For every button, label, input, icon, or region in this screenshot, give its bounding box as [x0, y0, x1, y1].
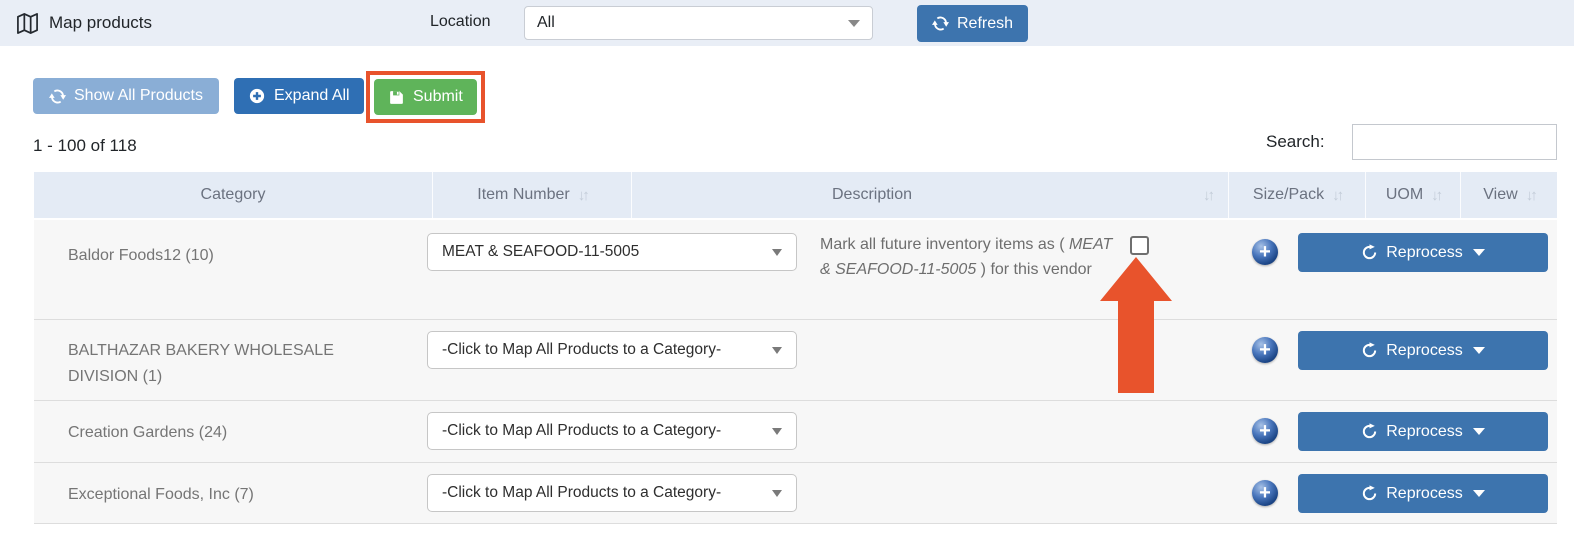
location-label: Location: [430, 13, 491, 30]
add-icon[interactable]: +: [1252, 239, 1278, 265]
column-label: UOM: [1385, 186, 1424, 203]
chevron-down-icon: [772, 427, 782, 435]
map-icon: [16, 12, 39, 35]
save-icon: [388, 89, 405, 106]
column-header-item-number[interactable]: Item Number ↓↑: [433, 172, 632, 218]
vendor-name: Baldor Foods12 (10): [68, 247, 214, 264]
description-prefix: Mark all future inventory items as (: [820, 236, 1069, 253]
reprocess-button[interactable]: Reprocess: [1298, 233, 1548, 272]
map-products-page: Map products Location All Refresh Show A…: [0, 0, 1574, 534]
reprocess-label: Reprocess: [1386, 341, 1463, 359]
table-row-balthazar-bakery: BALTHAZAR BAKERY WHOLESALE DIVISION (1) …: [34, 320, 1557, 401]
column-label: View: [1483, 186, 1518, 203]
sort-icon[interactable]: ↓↑: [1203, 187, 1215, 204]
category-select[interactable]: -Click to Map All Products to a Category…: [427, 474, 797, 512]
add-icon[interactable]: +: [1252, 418, 1278, 444]
category-select[interactable]: MEAT & SEAFOOD-11-5005: [427, 233, 797, 271]
chevron-down-icon: [772, 248, 782, 256]
description-text: Mark all future inventory items as ( MEA…: [820, 232, 1118, 282]
add-icon[interactable]: +: [1252, 337, 1278, 363]
chevron-down-icon: [1472, 347, 1485, 354]
show-all-products-button[interactable]: Show All Products: [33, 78, 219, 114]
submit-button[interactable]: Submit: [374, 79, 477, 115]
table-header-row: Category Item Number ↓↑ Description ↓↑ S…: [34, 172, 1557, 218]
top-bar: Map products Location All Refresh: [0, 0, 1574, 46]
refresh-button[interactable]: Refresh: [917, 5, 1029, 42]
category-select[interactable]: -Click to Map All Products to a Category…: [427, 412, 797, 450]
description-suffix: ) for this vendor: [976, 261, 1092, 278]
chevron-down-icon: [1472, 249, 1485, 256]
show-all-products-label: Show All Products: [74, 87, 203, 104]
category-select[interactable]: -Click to Map All Products to a Category…: [427, 331, 797, 369]
refresh-icon: [49, 88, 66, 105]
search-label: Search:: [1266, 132, 1325, 151]
page-title-group: Map products: [16, 0, 152, 46]
add-icon[interactable]: +: [1252, 480, 1278, 506]
column-label: Category: [200, 186, 266, 203]
reprocess-icon: [1361, 485, 1378, 502]
reprocess-label: Reprocess: [1386, 243, 1463, 261]
refresh-button-label: Refresh: [957, 14, 1014, 32]
category-select-value: -Click to Map All Products to a Category…: [442, 484, 722, 501]
reprocess-button[interactable]: Reprocess: [1298, 412, 1548, 451]
chevron-down-icon: [1472, 490, 1485, 497]
submit-button-label: Submit: [413, 88, 463, 105]
sort-icon[interactable]: ↓↑: [1526, 187, 1538, 204]
table-body: Baldor Foods12 (10) MEAT & SEAFOOD-11-50…: [34, 220, 1557, 524]
reprocess-icon: [1361, 342, 1378, 359]
refresh-icon: [932, 15, 949, 32]
column-header-description[interactable]: Description ↓↑: [632, 172, 1229, 218]
table-row-baldor-foods: Baldor Foods12 (10) MEAT & SEAFOOD-11-50…: [34, 220, 1557, 320]
column-header-size-pack[interactable]: Size/Pack ↓↑: [1229, 172, 1366, 218]
column-header-category[interactable]: Category: [34, 172, 433, 218]
column-header-uom[interactable]: UOM ↓↑: [1366, 172, 1461, 218]
search-input[interactable]: [1352, 124, 1557, 160]
reprocess-label: Reprocess: [1386, 422, 1463, 440]
vendor-name: BALTHAZAR BAKERY WHOLESALE DIVISION (1): [68, 342, 334, 385]
pagination-info: 1 - 100 of 118: [33, 136, 137, 155]
sort-icon[interactable]: ↓↑: [1332, 187, 1344, 204]
reprocess-icon: [1361, 423, 1378, 440]
table-row-creation-gardens: Creation Gardens (24) -Click to Map All …: [34, 401, 1557, 463]
category-select-value: -Click to Map All Products to a Category…: [442, 341, 722, 358]
location-select-value: All: [537, 14, 555, 31]
mark-all-future-checkbox[interactable]: [1130, 236, 1149, 255]
chevron-down-icon: [772, 346, 782, 354]
expand-all-label: Expand All: [274, 87, 350, 104]
column-label: Size/Pack: [1252, 186, 1325, 203]
sort-icon[interactable]: ↓↑: [578, 187, 590, 204]
category-select-value: MEAT & SEAFOOD-11-5005: [442, 243, 640, 260]
vendor-name: Exceptional Foods, Inc (7): [68, 486, 254, 503]
reprocess-label: Reprocess: [1386, 484, 1463, 502]
chevron-down-icon: [1472, 428, 1485, 435]
chevron-down-icon: [848, 19, 860, 27]
location-select[interactable]: All: [524, 6, 873, 40]
category-select-value: -Click to Map All Products to a Category…: [442, 422, 722, 439]
page-title: Map products: [49, 13, 152, 32]
reprocess-icon: [1361, 244, 1378, 261]
annotation-arrow-up-icon: [1100, 257, 1172, 393]
sort-icon[interactable]: ↓↑: [1431, 187, 1443, 204]
expand-all-button[interactable]: Expand All: [234, 78, 364, 114]
column-label: Item Number: [477, 186, 570, 203]
vendor-name: Creation Gardens (24): [68, 424, 228, 441]
plus-circle-icon: [248, 87, 266, 105]
reprocess-button[interactable]: Reprocess: [1298, 474, 1548, 513]
table-row-exceptional-foods: Exceptional Foods, Inc (7) -Click to Map…: [34, 463, 1557, 524]
chevron-down-icon: [772, 489, 782, 497]
reprocess-button[interactable]: Reprocess: [1298, 331, 1548, 370]
submit-highlight-box: Submit: [366, 71, 485, 123]
column-label: Description: [832, 186, 913, 203]
column-header-view[interactable]: View ↓↑: [1461, 172, 1557, 218]
